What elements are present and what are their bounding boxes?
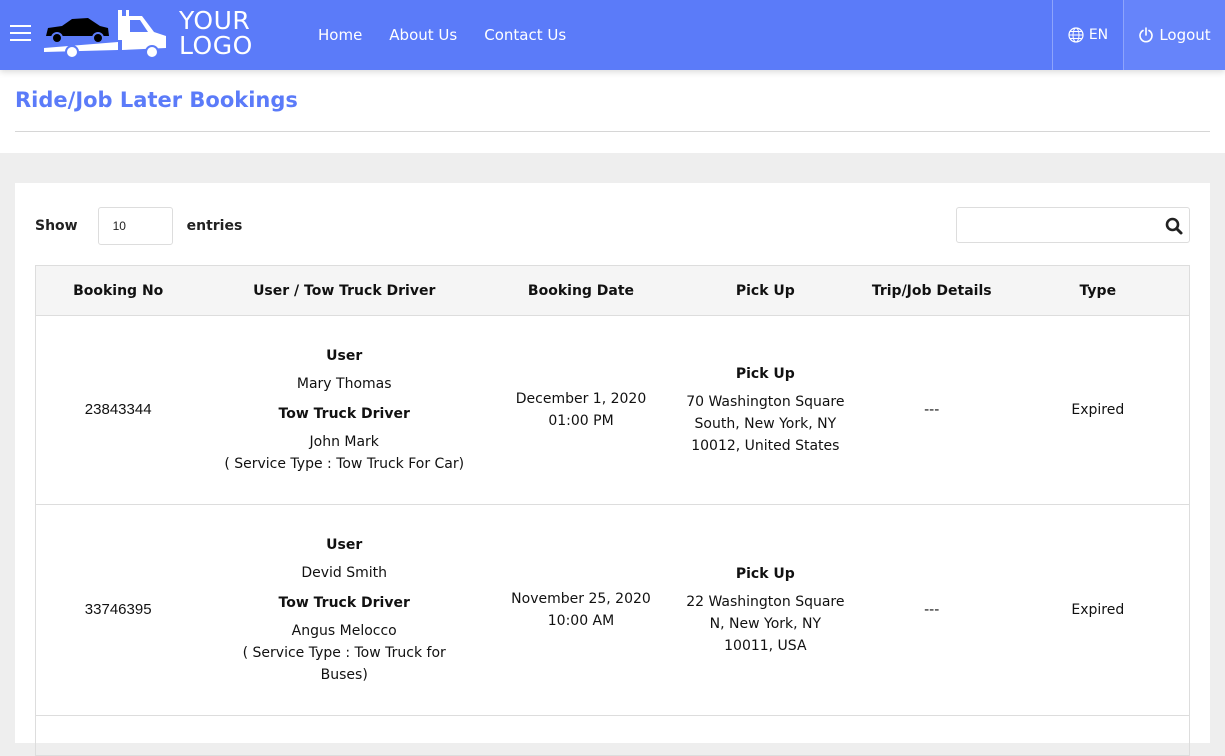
- pickup-address: 22 Washington Square N, New York, NY 100…: [686, 594, 845, 654]
- power-icon: [1139, 27, 1154, 43]
- user-driver-cell: User Devid Smith Tow Truck Driver Angus …: [200, 504, 489, 716]
- driver-name: Angus Melocco: [291, 623, 397, 639]
- user-label: User: [326, 348, 363, 364]
- bookings-card: Show 10 entries Booking No User / Tow Tr…: [15, 183, 1210, 756]
- logo-text: YOUR LOGO: [179, 8, 253, 58]
- language-label: EN: [1088, 27, 1109, 43]
- entries-label: entries: [186, 218, 243, 234]
- column-header-user-driver[interactable]: User / Tow Truck Driver: [200, 265, 489, 316]
- entries-length-control: Show 10 entries: [35, 207, 242, 245]
- logout-label: Logout: [1159, 26, 1211, 44]
- column-header-trip-details[interactable]: Trip/Job Details: [856, 265, 1007, 316]
- driver-label: Tow Truck Driver: [278, 595, 410, 611]
- column-header-booking-no[interactable]: Booking No: [35, 265, 201, 316]
- search-icon[interactable]: [1164, 216, 1184, 236]
- booking-type: Expired: [1006, 504, 1190, 716]
- column-header-pick-up[interactable]: Pick Up: [673, 265, 857, 316]
- user-name: Mary Thomas: [296, 376, 392, 392]
- divider: [15, 131, 1210, 132]
- table-row: 23843344 User Mary Thomas Tow Truck Driv…: [35, 315, 1190, 505]
- logo-line-2: LOGO: [179, 31, 253, 60]
- logo-line-1: YOUR: [179, 6, 251, 35]
- logout-button[interactable]: Logout: [1123, 0, 1225, 70]
- driver-name: John Mark: [309, 434, 379, 450]
- nav-about-link[interactable]: About Us: [389, 26, 457, 44]
- logo[interactable]: YOUR LOGO: [42, 6, 262, 64]
- booking-number: 33746395: [35, 504, 201, 716]
- page-header: Ride/Job Later Bookings: [0, 70, 1225, 153]
- booking-time: 01:00 PM: [548, 413, 614, 429]
- column-header-booking-date[interactable]: Booking Date: [488, 265, 674, 316]
- show-label: Show: [35, 218, 78, 234]
- top-navbar: YOUR LOGO Home About Us Contact Us EN Lo…: [0, 0, 1225, 70]
- pickup-label: Pick Up: [735, 566, 795, 582]
- table-row: 33746395 User Devid Smith Tow Truck Driv…: [35, 504, 1190, 716]
- user-name: Devid Smith: [301, 565, 388, 581]
- bookings-table: Booking No User / Tow Truck Driver Booki…: [35, 265, 1190, 756]
- booking-type: Expired: [1006, 315, 1190, 505]
- booking-date: December 1, 2020: [515, 391, 647, 407]
- language-selector[interactable]: EN: [1052, 0, 1123, 70]
- search-input[interactable]: [957, 208, 1157, 242]
- booking-time: 10:00 AM: [547, 613, 615, 629]
- tow-truck-logo-icon: [44, 10, 166, 59]
- booking-date-cell: December 1, 2020 01:00 PM: [488, 315, 674, 505]
- booking-date: November 25, 2020: [511, 591, 651, 607]
- service-type: ( Service Type : Tow Truck for Buses): [242, 645, 446, 683]
- trip-details: ---: [856, 504, 1007, 716]
- booking-number: 23843344: [35, 315, 201, 505]
- page-title: Ride/Job Later Bookings: [15, 88, 298, 112]
- column-header-type[interactable]: Type: [1006, 265, 1190, 316]
- user-driver-cell: User Mary Thomas Tow Truck Driver John M…: [200, 315, 489, 505]
- trip-details: ---: [856, 315, 1007, 505]
- search-box: [956, 207, 1190, 243]
- booking-date-cell: November 25, 2020 10:00 AM: [488, 504, 674, 716]
- user-label: User: [326, 537, 363, 553]
- pickup-address: 70 Washington Square South, New York, NY…: [686, 394, 845, 454]
- table-header-row: Booking No User / Tow Truck Driver Booki…: [35, 265, 1190, 316]
- hamburger-menu-icon[interactable]: [10, 25, 31, 43]
- globe-icon: [1068, 27, 1084, 43]
- pickup-cell: Pick Up 22 Washington Square N, New York…: [673, 504, 857, 716]
- driver-label: Tow Truck Driver: [278, 406, 410, 422]
- main-nav: Home About Us Contact Us: [318, 0, 593, 70]
- service-type: ( Service Type : Tow Truck For Car): [224, 456, 465, 472]
- pickup-cell: Pick Up 70 Washington Square South, New …: [673, 315, 857, 505]
- nav-contact-link[interactable]: Contact Us: [484, 26, 566, 44]
- nav-home-link[interactable]: Home: [318, 26, 362, 44]
- pickup-label: Pick Up: [735, 366, 795, 382]
- entries-select[interactable]: 10: [97, 207, 173, 245]
